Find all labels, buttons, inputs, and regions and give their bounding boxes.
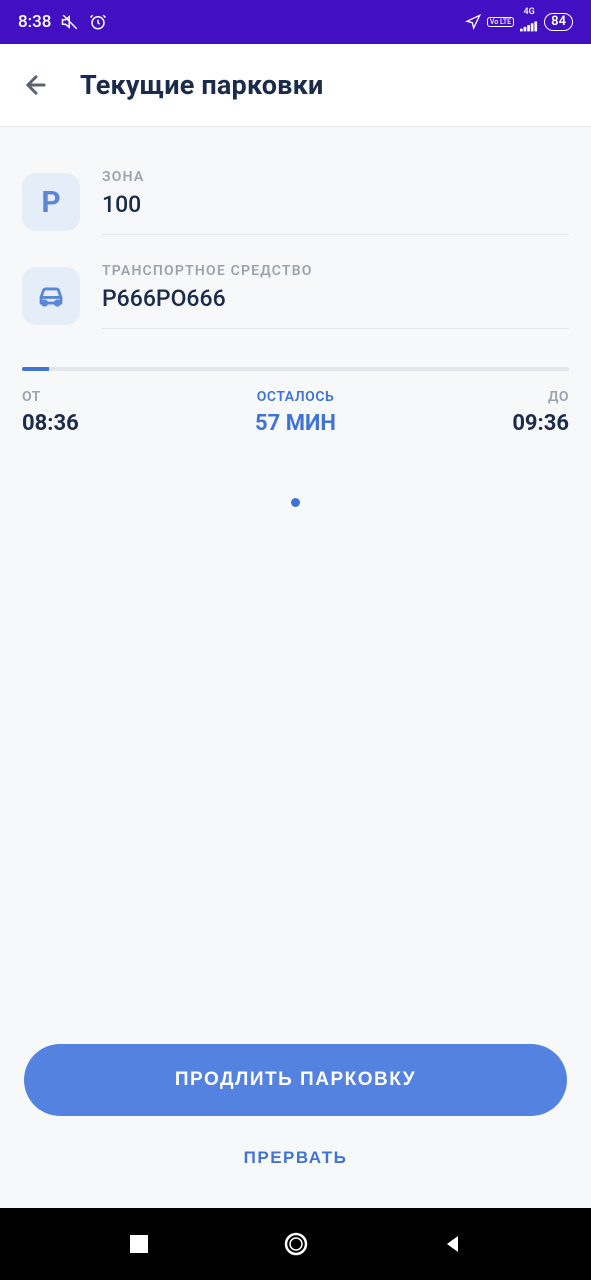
vehicle-row: ТРАНСПОРТНОЕ СРЕДСТВО P666PO666	[22, 249, 569, 343]
app-bar: Текущие парковки	[0, 44, 591, 127]
android-nav-bar	[0, 1208, 591, 1280]
zone-row: P ЗОНА 100	[22, 155, 569, 249]
vehicle-label: ТРАНСПОРТНОЕ СРЕДСТВО	[102, 263, 569, 279]
battery-indicator: 84	[544, 13, 573, 31]
page-indicator	[22, 498, 569, 507]
progress-bar	[22, 367, 569, 371]
zone-value: 100	[102, 191, 569, 218]
volte-badge: Vo LTE	[487, 17, 514, 27]
from-time: 08:36	[22, 411, 79, 436]
vehicle-value: P666PO666	[102, 285, 569, 312]
recent-apps-button[interactable]	[119, 1224, 159, 1264]
home-button[interactable]	[276, 1224, 316, 1264]
parking-icon: P	[22, 173, 80, 231]
zone-label: ЗОНА	[102, 169, 569, 185]
dot-icon	[291, 498, 300, 507]
mute-icon	[61, 13, 79, 31]
to-time: 09:36	[512, 411, 569, 436]
extend-button[interactable]: ПРОДЛИТЬ ПАРКОВКУ	[24, 1044, 567, 1116]
page-title: Текущие парковки	[80, 69, 324, 101]
remaining-label: ОСТАЛОСЬ	[257, 389, 334, 405]
to-label: ДО	[548, 389, 569, 405]
remaining-time: 57 мин	[255, 411, 336, 436]
alarm-icon	[89, 13, 107, 31]
status-time: 8:38	[18, 12, 51, 32]
content-area: P ЗОНА 100 ТРАНСПОРТНОЕ СРЕДСТВО P666PO6…	[0, 127, 591, 1208]
status-bar: 8:38 Vo LTE 4G 84	[0, 0, 591, 44]
car-icon	[22, 267, 80, 325]
from-label: ОТ	[22, 389, 79, 405]
back-nav-button[interactable]	[433, 1224, 473, 1264]
progress-section: ОТ 08:36 ОСТАЛОСЬ 57 мин ДО 09:36	[22, 367, 569, 436]
cancel-button[interactable]: ПРЕРВАТЬ	[24, 1136, 567, 1180]
progress-fill	[22, 367, 49, 371]
network-gen: 4G	[520, 8, 538, 37]
location-icon	[465, 14, 481, 30]
back-button[interactable]	[20, 69, 52, 101]
